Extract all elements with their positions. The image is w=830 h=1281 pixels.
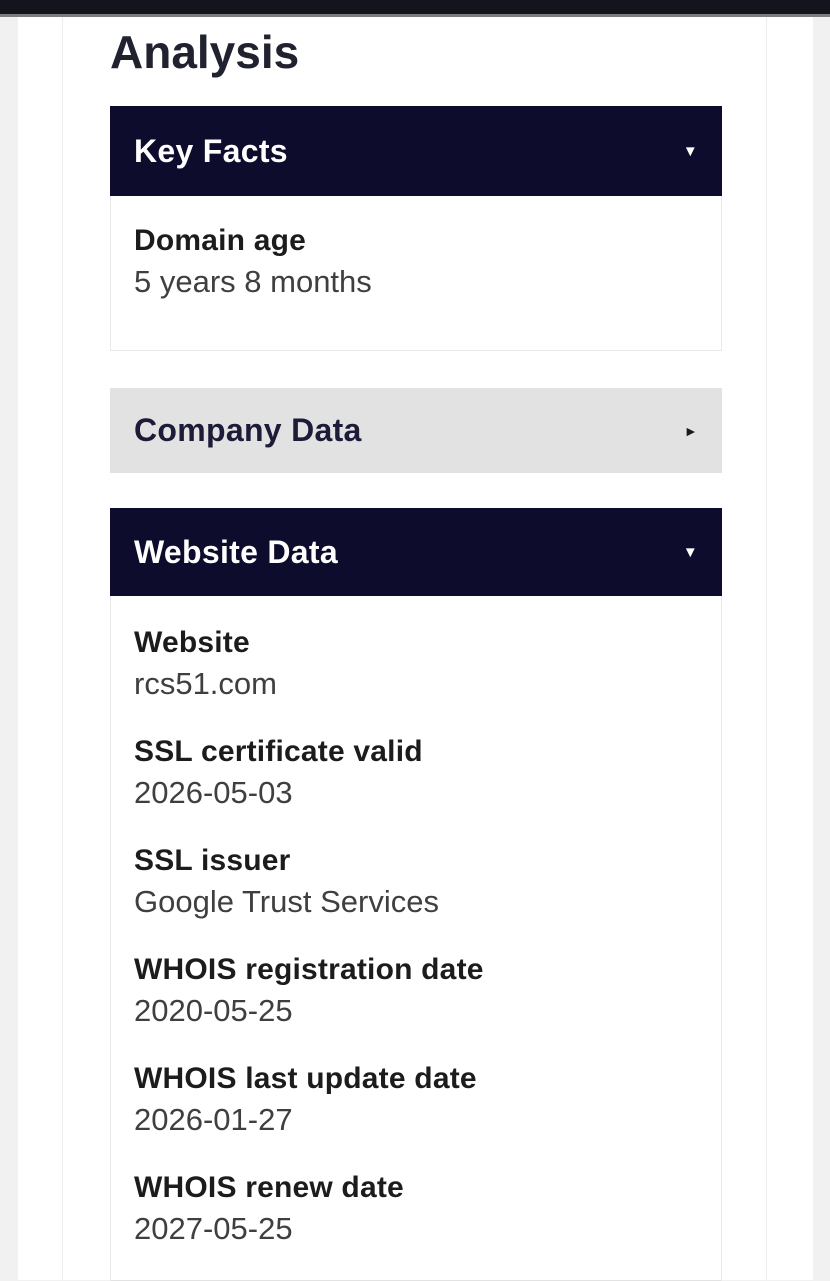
page-sheet: Analysis Key Facts ▼ Domain age 5 years … (18, 17, 813, 1281)
accordion-label: Company Data (134, 412, 362, 449)
accordion-header-website-data[interactable]: Website Data ▼ (110, 508, 722, 597)
item-label: Domain age (134, 224, 307, 258)
key-facts-body: Domain age 5 years 8 months (110, 196, 722, 352)
item-value: 2026-05-03 (134, 775, 293, 811)
item-value: 2020-05-25 (134, 993, 293, 1029)
accordion-label: Key Facts (134, 132, 288, 169)
item-label: WHOIS renew date (134, 1171, 404, 1205)
list-item: Domain age 5 years 8 months (134, 224, 698, 299)
item-value: 5 years 8 months (134, 264, 372, 300)
item-value: 2027-05-25 (134, 1211, 293, 1247)
chevron-down-icon: ▼ (682, 543, 698, 561)
page-title: Analysis (110, 26, 300, 78)
chevron-right-icon: ► (683, 422, 698, 439)
website-data-body: Website rcs51.com SSL certificate valid … (110, 596, 722, 1281)
list-item: WHOIS renew date 2027-05-25 (134, 1171, 698, 1246)
content-column: Analysis Key Facts ▼ Domain age 5 years … (62, 17, 767, 1281)
item-label: WHOIS registration date (134, 953, 484, 987)
section-company-data: Company Data ► (110, 388, 722, 474)
browser-chrome-bar (0, 0, 830, 17)
item-value: 2026-01-27 (134, 1102, 293, 1138)
section-key-facts: Key Facts ▼ Domain age 5 years 8 months (110, 106, 722, 352)
chevron-down-icon: ▼ (682, 142, 698, 160)
analysis-main: Analysis Key Facts ▼ Domain age 5 years … (63, 17, 723, 1281)
list-item: SSL certificate valid 2026-05-03 (134, 735, 698, 810)
section-website-data: Website Data ▼ Website rcs51.com SSL cer… (110, 508, 722, 1281)
list-item: WHOIS last update date 2026-01-27 (134, 1062, 698, 1137)
accordion-header-key-facts[interactable]: Key Facts ▼ (110, 106, 722, 197)
list-item: SSL issuer Google Trust Services (134, 844, 698, 919)
accordion-label: Website Data (134, 533, 338, 570)
item-label: Website (134, 626, 250, 660)
item-label: SSL certificate valid (134, 735, 423, 769)
item-label: SSL issuer (134, 844, 291, 878)
item-value: Google Trust Services (134, 884, 439, 920)
item-value: rcs51.com (134, 666, 277, 702)
list-item: WHOIS registration date 2020-05-25 (134, 953, 698, 1028)
item-label: WHOIS last update date (134, 1062, 477, 1096)
accordion-header-company-data[interactable]: Company Data ► (110, 388, 722, 474)
list-item: Website rcs51.com (134, 626, 698, 701)
